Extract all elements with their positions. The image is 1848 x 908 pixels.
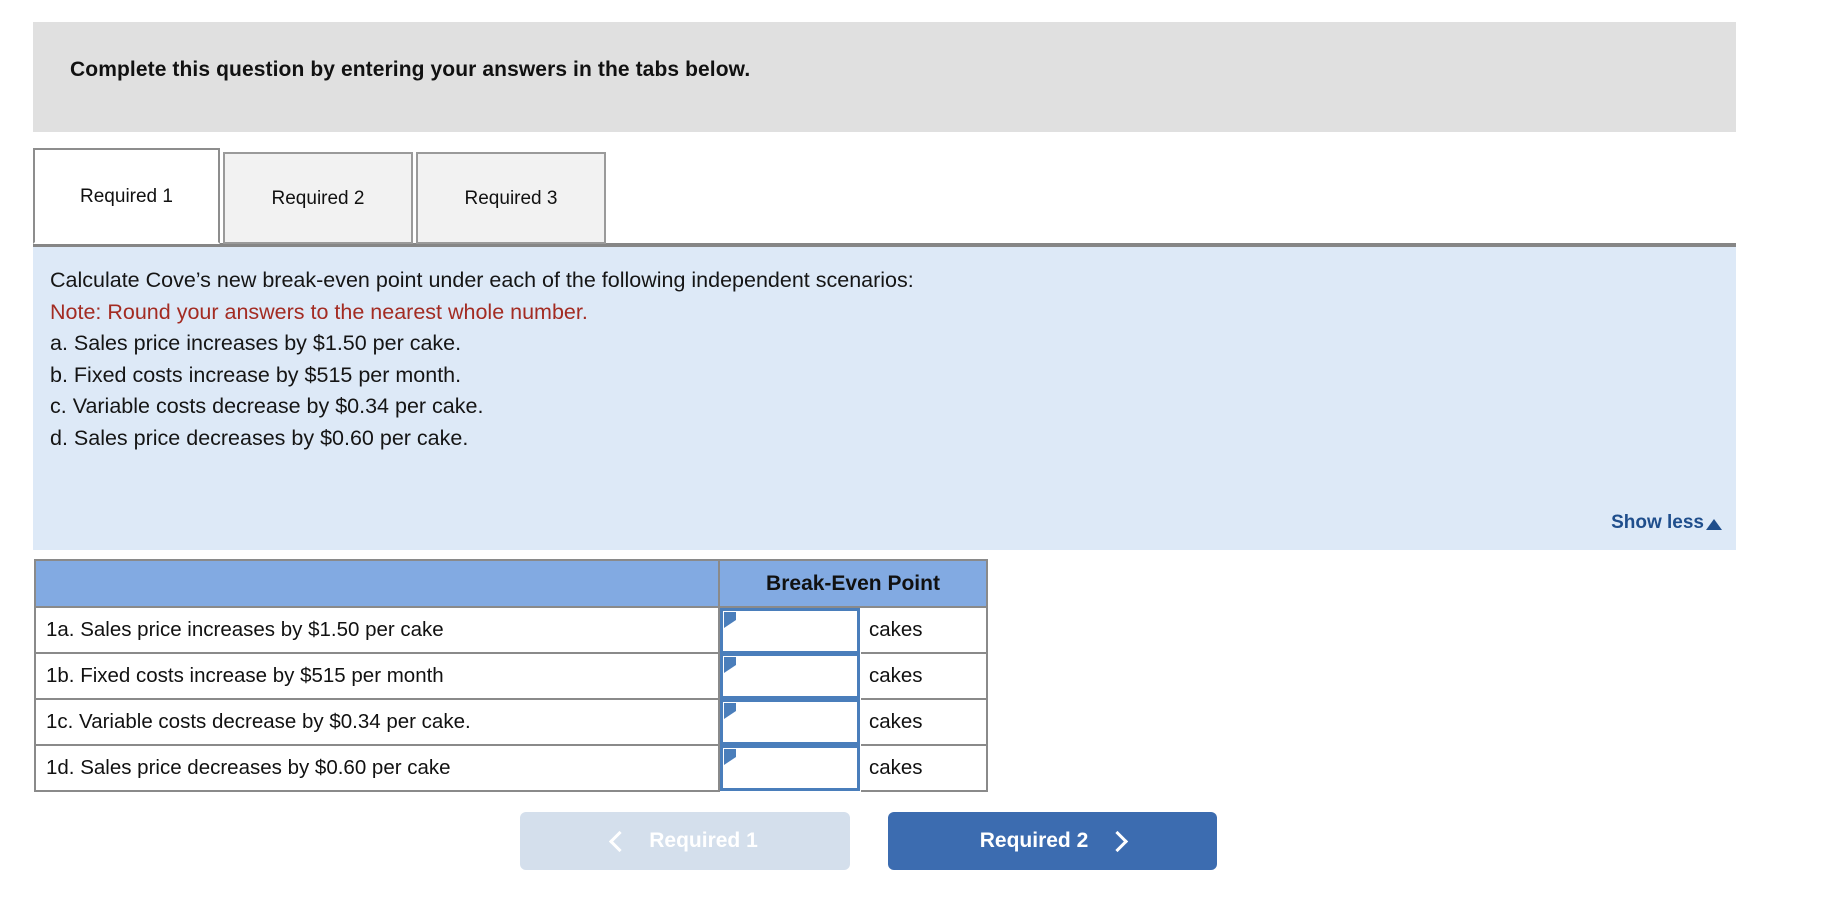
answer-input-1d[interactable] xyxy=(720,745,860,791)
next-required-button-label: Required 2 xyxy=(979,829,1089,852)
answer-input-wrap-1d xyxy=(720,745,860,791)
tab-required-2[interactable]: Required 2 xyxy=(223,152,413,244)
tab-strip: Required 1 Required 2 Required 3 xyxy=(33,148,1736,245)
instruction-banner-title: Complete this question by entering your … xyxy=(70,58,751,81)
show-less-toggle[interactable]: Show less xyxy=(1611,512,1722,534)
row-label-1c: 1c. Variable costs decrease by $0.34 per… xyxy=(34,698,720,746)
row-unit-1c: cakes xyxy=(861,698,988,746)
answer-input-cell-1a xyxy=(719,607,861,654)
row-label-1b: 1b. Fixed costs increase by $515 per mon… xyxy=(34,652,720,700)
table-row: 1c. Variable costs decrease by $0.34 per… xyxy=(34,698,988,746)
break-even-answer-table: Break-Even Point 1a. Sales price increas… xyxy=(34,559,988,792)
show-less-label: Show less xyxy=(1611,512,1704,533)
row-unit-1a: cakes xyxy=(861,606,988,654)
answer-input-cell-1d xyxy=(719,745,861,791)
table-header-blank xyxy=(34,559,720,608)
question-panel: Calculate Cove’s new break-even point un… xyxy=(33,245,1736,550)
answer-input-cell-1b xyxy=(719,653,861,699)
answer-input-wrap-1c xyxy=(720,699,860,745)
question-prompt: Calculate Cove’s new break-even point un… xyxy=(50,268,914,292)
tab-required-3-label: Required 3 xyxy=(464,187,558,209)
table-header-break-even-point: Break-Even Point xyxy=(718,559,988,608)
chevron-right-icon xyxy=(1107,830,1129,852)
table-row: 1d. Sales price decreases by $0.60 per c… xyxy=(34,744,988,792)
caret-up-icon xyxy=(1706,518,1722,530)
next-required-button[interactable]: Required 2 xyxy=(888,812,1217,870)
tab-required-2-label: Required 2 xyxy=(271,187,365,209)
answer-input-wrap-1b xyxy=(720,653,860,699)
question-scenario-b: b. Fixed costs increase by $515 per mont… xyxy=(50,362,462,387)
question-scenario-a: a. Sales price increases by $1.50 per ca… xyxy=(50,331,462,355)
table-row: 1b. Fixed costs increase by $515 per mon… xyxy=(34,652,988,700)
instruction-banner: Complete this question by entering your … xyxy=(33,22,1736,132)
tab-required-3[interactable]: Required 3 xyxy=(416,152,606,244)
row-label-1a: 1a. Sales price increases by $1.50 per c… xyxy=(34,606,720,654)
chevron-left-icon xyxy=(609,830,631,852)
question-text-block: Calculate Cove’s new break-even point un… xyxy=(50,265,914,454)
tab-required-1[interactable]: Required 1 xyxy=(33,148,220,244)
question-note: Note: Round your answers to the nearest … xyxy=(50,299,588,324)
answer-input-cell-1c xyxy=(719,699,861,745)
answer-input-1c[interactable] xyxy=(720,699,860,745)
question-scenario-c: c. Variable costs decrease by $0.34 per … xyxy=(50,394,484,418)
row-label-1d: 1d. Sales price decreases by $0.60 per c… xyxy=(34,744,720,792)
answer-input-1b[interactable] xyxy=(720,653,860,699)
row-unit-1d: cakes xyxy=(861,744,988,792)
table-row: 1a. Sales price increases by $1.50 per c… xyxy=(34,606,988,654)
previous-required-button-label: Required 1 xyxy=(649,829,758,852)
tab-required-1-label: Required 1 xyxy=(80,185,173,207)
answer-input-1a[interactable] xyxy=(720,608,860,654)
row-unit-1b: cakes xyxy=(861,652,988,700)
question-scenario-d: d. Sales price decreases by $0.60 per ca… xyxy=(50,425,469,450)
answer-input-wrap-1a xyxy=(720,608,860,654)
table-header-row: Break-Even Point xyxy=(34,559,988,608)
previous-required-button[interactable]: Required 1 xyxy=(520,812,850,870)
